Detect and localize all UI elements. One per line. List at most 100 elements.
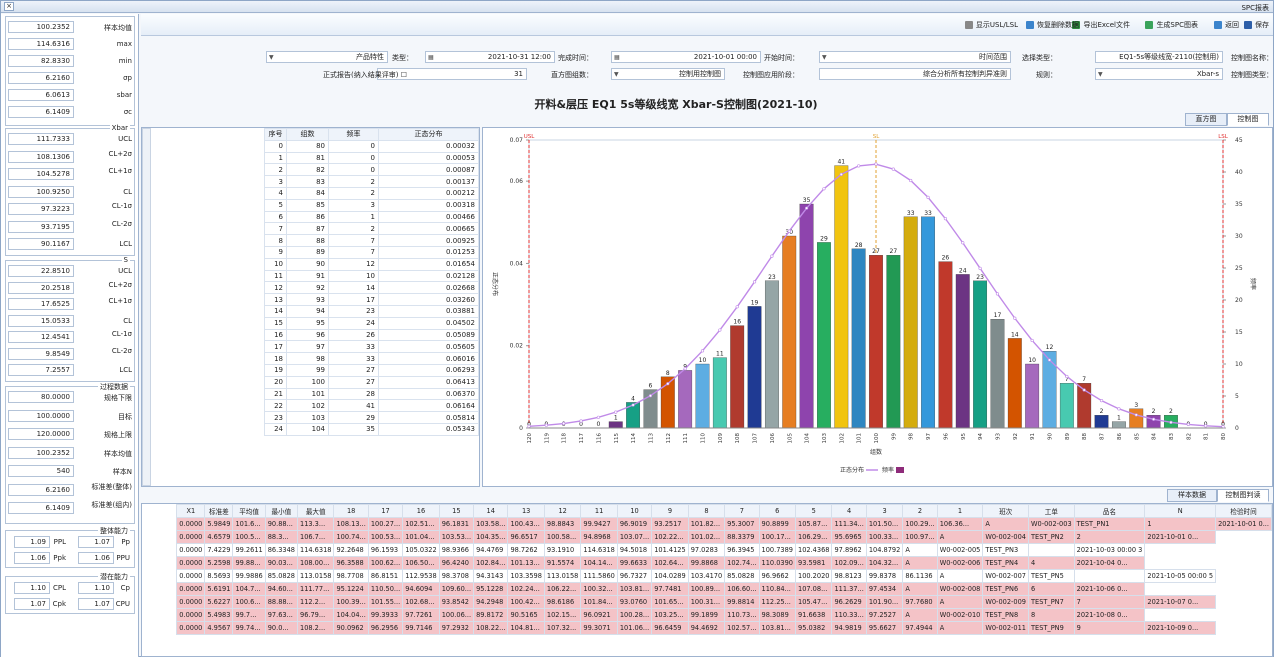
potential-value[interactable]: 1.10 xyxy=(14,582,50,594)
table-row[interactable]: 0.0000 8.5693 99.9886 85.0828 113.0158 98.770… xyxy=(176,569,1272,583)
tab-rule-judgment[interactable]: 控制图判读 xyxy=(1217,489,1269,502)
xbar-value[interactable]: 108.1306 xyxy=(8,150,74,163)
grid-header[interactable]: 17 xyxy=(367,504,404,518)
grid-header[interactable]: 10 xyxy=(616,504,653,518)
grid-header[interactable]: 15 xyxy=(438,504,475,518)
overall-value[interactable]: 1.06 xyxy=(14,552,50,564)
potential-value[interactable]: 1.10 xyxy=(78,582,114,594)
calendar-icon[interactable]: ▦ xyxy=(614,53,620,62)
grid-header[interactable]: 9 xyxy=(651,504,689,518)
xbar-value[interactable]: 93.7195 xyxy=(8,220,74,233)
grid-header[interactable]: X1 xyxy=(176,504,206,518)
grid-header[interactable]: 5 xyxy=(794,504,833,518)
grid-header[interactable]: 14 xyxy=(473,504,509,518)
chart-name-field[interactable]: EQ1-5s等级线宽-2110(控制用) xyxy=(1095,51,1223,63)
checkbox-icon[interactable]: ☐ xyxy=(401,71,407,79)
calendar-icon[interactable]: ▦ xyxy=(428,53,434,62)
phase-dropdown[interactable]: ▼ 控制用控制图 xyxy=(611,68,725,80)
grid-header[interactable]: 2 xyxy=(902,504,938,518)
s-value[interactable]: 20.2518 xyxy=(8,281,74,294)
proc-value[interactable]: 540 xyxy=(8,465,74,477)
tab-histogram[interactable]: 直方图 xyxy=(1185,113,1227,126)
stats-value[interactable]: 82.8330 xyxy=(8,55,74,67)
toolbar-restore-button[interactable]: 恢复删除数据 xyxy=(1026,19,1079,31)
grid-header[interactable]: 11 xyxy=(580,504,618,518)
table-row[interactable]: 0.0000 5.9849 101.6... 90.88... 113.3... 108.… xyxy=(176,517,1272,531)
s-value[interactable]: 7.2557 xyxy=(8,364,74,376)
grid-header[interactable]: 工单 xyxy=(1028,504,1075,518)
toolbar-save-button[interactable]: 保存 xyxy=(1244,19,1269,31)
grid-header[interactable]: 检验时间 xyxy=(1215,504,1272,518)
overall-value[interactable]: 1.09 xyxy=(14,536,50,548)
chart-type-dropdown[interactable]: ▼ Xbar-s xyxy=(1095,68,1223,80)
s-value[interactable]: 17.6525 xyxy=(8,298,74,310)
grid-cell: TEST_PN5 xyxy=(1028,569,1075,583)
scrollbar[interactable] xyxy=(142,128,151,486)
stats-value[interactable]: 6.2160 xyxy=(8,72,74,84)
overall-value[interactable]: 1.06 xyxy=(78,552,114,564)
toolbar-back-button[interactable]: 返回 xyxy=(1214,19,1239,31)
xbar-value[interactable]: 97.3223 xyxy=(8,203,74,215)
proc-value[interactable]: 100.0000 xyxy=(8,409,74,422)
xbar-value[interactable]: 100.9250 xyxy=(8,185,74,198)
overall-value[interactable]: 1.07 xyxy=(78,536,114,548)
s-value[interactable]: 9.8549 xyxy=(8,347,74,360)
s-value[interactable]: 12.4541 xyxy=(8,331,74,343)
grid-header[interactable]: 最大值 xyxy=(296,504,335,518)
dist-row: 17 97 33 0.05605 xyxy=(264,340,479,354)
toolbar-chart-button[interactable]: 生成SPC图表 xyxy=(1145,19,1198,31)
select-type-dropdown[interactable]: ▼ 时间范围 xyxy=(819,51,1011,63)
proc-value[interactable]: 6.1409 xyxy=(8,502,74,514)
proc-value[interactable]: 80.0000 xyxy=(8,391,74,403)
tab-control-chart[interactable]: 控制图 xyxy=(1227,113,1269,126)
table-row[interactable]: 0.0000 4.6579 100.5... 88.3... 106.7... 100.7… xyxy=(176,530,1272,544)
potential-value[interactable]: 1.07 xyxy=(78,598,114,610)
proc-value[interactable]: 100.2352 xyxy=(8,446,74,459)
toolbar-excel-button[interactable]: 导出Excel文件 xyxy=(1072,19,1130,31)
xbar-value[interactable]: 104.5278 xyxy=(8,168,74,180)
report-checkbox[interactable]: 正式报告(纳入结果评审) ☐ xyxy=(323,70,407,80)
proc-value[interactable]: 6.2160 xyxy=(8,483,74,496)
table-row[interactable]: 0.0000 5.6227 100.6... 88.88... 112.2... 100.… xyxy=(176,595,1272,609)
grid-header[interactable]: 7 xyxy=(724,504,760,518)
end-time-field[interactable]: ▦ 2021-10-31 12:00 xyxy=(425,51,555,63)
grid-cell: 102.57... xyxy=(724,621,760,635)
grid-header[interactable]: 3 xyxy=(865,504,904,518)
proc-value[interactable]: 120.0000 xyxy=(8,428,74,440)
rule-field[interactable]: 综合分析所有控制判异准则 xyxy=(819,68,1011,80)
grid-header[interactable]: 6 xyxy=(758,504,797,518)
s-value[interactable]: 22.8510 xyxy=(8,265,74,277)
stats-value[interactable]: 6.0613 xyxy=(8,89,74,101)
grid-header[interactable]: 最小值 xyxy=(264,504,299,518)
kind-dropdown[interactable]: ▼ 产品特性 xyxy=(266,51,388,63)
stats-value[interactable]: 100.2352 xyxy=(8,21,74,33)
potential-value[interactable]: 1.07 xyxy=(14,598,50,610)
grid-header[interactable]: 平均值 xyxy=(232,504,266,518)
grid-header[interactable]: 12 xyxy=(543,504,582,518)
tab-sample-data[interactable]: 样本数据 xyxy=(1167,489,1217,502)
close-icon[interactable]: × xyxy=(4,2,14,11)
grid-header[interactable]: 班次 xyxy=(982,504,1029,518)
table-row[interactable]: 0.0000 4.9567 99.74... 90.0... 108.2... 90.09… xyxy=(176,621,1272,635)
table-row[interactable]: 0.0000 7.4229 99.2611 86.3348 114.6318 92.264… xyxy=(176,543,1272,557)
xbar-value[interactable]: 111.7333 xyxy=(8,133,74,145)
grid-header[interactable]: 标准差 xyxy=(204,504,234,518)
grid-header[interactable]: 品名 xyxy=(1073,504,1146,518)
start-time-field[interactable]: ▦ 2021-10-01 00:00 xyxy=(611,51,761,63)
toolbar-checkbox-button[interactable]: 显示USL/LSL xyxy=(964,19,1018,31)
grid-header[interactable]: 8 xyxy=(687,504,726,518)
stats-value[interactable]: 114.6316 xyxy=(8,38,74,50)
grid-header[interactable]: 18 xyxy=(333,504,369,518)
grid-header[interactable]: 1 xyxy=(936,504,984,518)
stats-value[interactable]: 6.1409 xyxy=(8,106,74,118)
table-row[interactable]: 0.0000 5.4983 99.7... 97.63... 96.79... 104.0… xyxy=(176,608,1272,622)
grid-header[interactable]: 4 xyxy=(831,504,867,518)
grid-header[interactable]: N xyxy=(1144,504,1217,518)
table-row[interactable]: 0.0000 5.6191 104.7... 94.60... 111.77... 95.… xyxy=(176,582,1272,596)
xbar-value[interactable]: 90.1167 xyxy=(8,238,74,250)
dist-row: 10 90 12 0.01654 xyxy=(264,257,479,271)
s-value[interactable]: 15.0533 xyxy=(8,314,74,327)
grid-header[interactable]: 16 xyxy=(402,504,440,518)
grid-header[interactable]: 13 xyxy=(507,504,545,518)
table-row[interactable]: 0.0000 5.2598 99.88... 90.03... 108.00... 96.… xyxy=(176,556,1272,570)
